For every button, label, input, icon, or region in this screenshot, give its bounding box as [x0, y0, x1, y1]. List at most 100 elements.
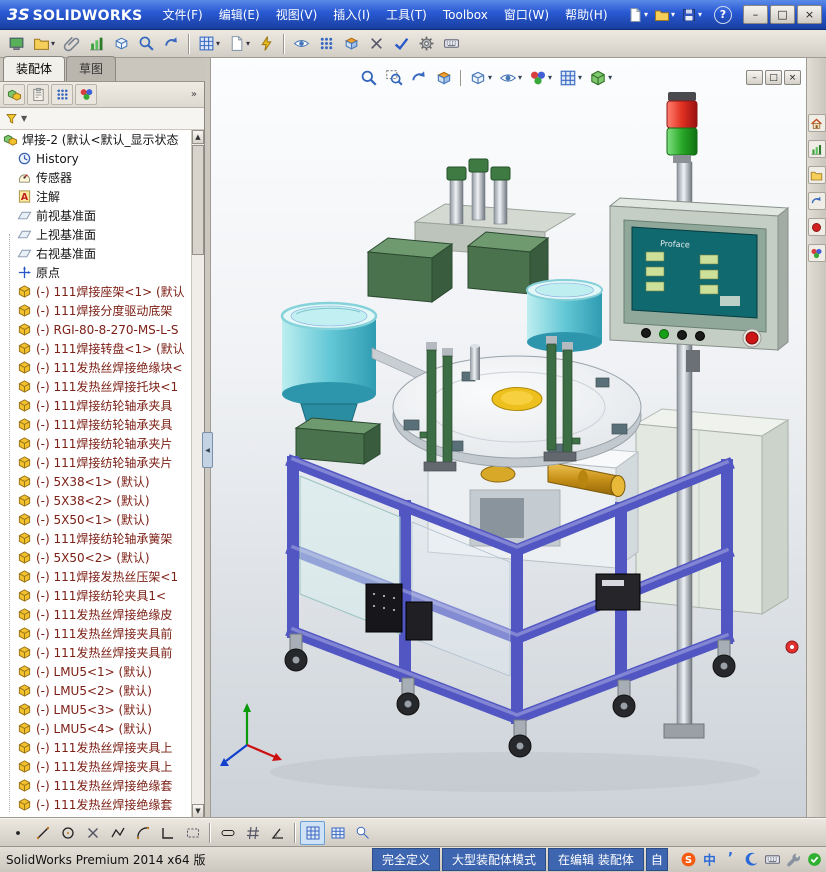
configurationmanager-tab[interactable]	[51, 84, 73, 105]
chinese-mode-icon[interactable]	[701, 851, 718, 868]
view-orientation-button[interactable]: ▾	[586, 66, 615, 89]
doc-minimize-button[interactable]: –	[746, 70, 763, 85]
graphics-viewport[interactable]: Proface ▾ ▾ ▾ ▾ ▾ – □ ×	[211, 58, 806, 818]
design-library-tab[interactable]	[807, 140, 826, 158]
tree-item[interactable]: 右视基准面	[0, 244, 191, 263]
sketch-line-tool[interactable]	[30, 821, 55, 845]
close-button[interactable]: ×	[797, 5, 822, 24]
tree-item[interactable]: (-) LMU5<2> (默认)	[0, 681, 191, 700]
tree-item[interactable]: (-) 5X50<2> (默认)	[0, 548, 191, 567]
tree-item[interactable]: (-) 111发热丝焊接托块<1	[0, 377, 191, 396]
tree-scrollbar[interactable]: ▲ ▼	[191, 130, 204, 818]
edit-appearance-button[interactable]: ▾	[526, 66, 555, 89]
open-recent-button[interactable]: ▾	[29, 32, 59, 56]
doc-close-button[interactable]: ×	[784, 70, 801, 85]
zoom-area-button[interactable]	[382, 66, 406, 89]
sketch-corner-rectangle-tool[interactable]	[155, 821, 180, 845]
tree-item[interactable]: 传感器	[0, 168, 191, 187]
verify-button[interactable]	[389, 32, 414, 56]
section-view-button[interactable]	[432, 66, 456, 89]
dropdown-caret[interactable]: ▾	[578, 73, 582, 82]
tree-item[interactable]: (-) 111焊接纺轮轴承夹片	[0, 434, 191, 453]
dropdown-caret[interactable]: ▾	[608, 73, 612, 82]
tree-item[interactable]: (-) 5X38<1> (默认)	[0, 472, 191, 491]
panel-button-black-1[interactable]	[641, 328, 651, 338]
evaluate-button[interactable]	[84, 32, 109, 56]
menu-help[interactable]: 帮助(H)	[557, 2, 615, 27]
table-tool[interactable]	[325, 821, 350, 845]
tree-item[interactable]: (-) 111发热丝焊接夹具上	[0, 757, 191, 776]
filter-dropdown-caret[interactable]: ▼	[21, 114, 27, 123]
tree-item[interactable]: (-) RGI-80-8-270-MS-L-S	[0, 320, 191, 339]
tree-item[interactable]: (-) 111焊接纺轮轴承簧架	[0, 529, 191, 548]
previous-view-button[interactable]	[407, 66, 431, 89]
tree-item[interactable]: (-) 111焊接座架<1> (默认	[0, 282, 191, 301]
apply-scene-button[interactable]: ▾	[556, 66, 585, 89]
menu-insert[interactable]: 插入(I)	[325, 2, 378, 27]
tree-item[interactable]: 注解	[0, 187, 191, 206]
sogou-input-icon[interactable]	[680, 851, 697, 868]
view-palette-tab[interactable]	[807, 192, 826, 210]
macro-button[interactable]	[439, 32, 464, 56]
tree-item[interactable]: (-) 111发热丝焊接夹具前	[0, 643, 191, 662]
panel-button-green[interactable]	[659, 329, 669, 339]
tree-item[interactable]: (-) 111焊接转盘<1> (默认	[0, 339, 191, 358]
resources-tab[interactable]	[807, 114, 826, 132]
restore-button[interactable]: □	[770, 5, 795, 24]
tree-item[interactable]: (-) 111焊接纺轮轴承夹片	[0, 453, 191, 472]
filter-funnel-icon[interactable]	[5, 112, 18, 125]
tree-item[interactable]: (-) 111焊接纺轮夹具1<	[0, 586, 191, 605]
doc-restore-button[interactable]: □	[765, 70, 782, 85]
sketch-circle-tool[interactable]	[55, 821, 80, 845]
sketch-rectangle-tool[interactable]	[180, 821, 205, 845]
save-button[interactable]: ▾	[678, 5, 705, 25]
panel-button-black-3[interactable]	[695, 331, 705, 341]
dropdown-caret[interactable]: ▾	[488, 73, 492, 82]
dropdown-caret[interactable]: ▾	[518, 73, 522, 82]
balloon-tool[interactable]	[350, 821, 375, 845]
find-references-button[interactable]	[134, 32, 159, 56]
menu-view[interactable]: 视图(V)	[268, 2, 326, 27]
dropdown-caret[interactable]: ▾	[246, 39, 250, 48]
tree-root-assembly[interactable]: 焊接-2 (默认<默认_显示状态	[0, 130, 191, 149]
vibratory-feeder-drive[interactable]	[366, 158, 577, 303]
component-preview-button[interactable]	[109, 32, 134, 56]
custom-properties-tab[interactable]	[807, 244, 826, 262]
punctuation-icon[interactable]	[722, 851, 739, 868]
grid-snap-toggle[interactable]	[300, 820, 325, 845]
dropdown-caret[interactable]: ▾	[548, 73, 552, 82]
new-part-button[interactable]: ▾	[224, 32, 254, 56]
tree-item[interactable]: (-) 111焊接分度驱动底架	[0, 301, 191, 320]
tab-assembly[interactable]: 装配体	[3, 56, 66, 81]
display-style-button[interactable]: ▾	[466, 66, 495, 89]
menu-tools[interactable]: 工具(T)	[378, 2, 435, 27]
pattern-button[interactable]	[314, 32, 339, 56]
sketch-slot-tool[interactable]	[215, 821, 240, 845]
fullwidth-mode-icon[interactable]	[743, 851, 760, 868]
interference-check-button[interactable]	[364, 32, 389, 56]
signal-tower[interactable]	[666, 92, 698, 163]
tree-item[interactable]: (-) LMU5<3> (默认)	[0, 700, 191, 719]
minimize-button[interactable]: –	[743, 5, 768, 24]
new-document-button[interactable]: ▾	[624, 5, 651, 25]
section-button[interactable]	[339, 32, 364, 56]
menu-file[interactable]: 文件(F)	[154, 2, 210, 27]
appearances-tab[interactable]	[807, 218, 826, 236]
tree-item[interactable]: (-) 111发热丝焊接绝缘套	[0, 776, 191, 795]
hmi-control-panel[interactable]: Proface	[608, 197, 790, 372]
tree-item[interactable]: (-) 5X38<2> (默认)	[0, 491, 191, 510]
view-settings-button[interactable]	[4, 32, 29, 56]
tree-item[interactable]: History	[0, 149, 191, 168]
emergency-stop-button[interactable]	[745, 331, 759, 345]
tree-item[interactable]: 原点	[0, 263, 191, 282]
insert-component-button[interactable]: ▾	[194, 32, 224, 56]
tree-item[interactable]: 前视基准面	[0, 206, 191, 225]
quick-snapshot-button[interactable]	[254, 32, 279, 56]
electrical-box-right[interactable]	[595, 573, 641, 611]
tree-item[interactable]: (-) 111发热丝焊接绝缘套	[0, 795, 191, 814]
dropdown-caret[interactable]: ▾	[51, 39, 55, 48]
propertymanager-tab[interactable]	[27, 84, 49, 105]
sketch-point-tool[interactable]	[5, 821, 30, 845]
tab-sketch[interactable]: 草图	[66, 56, 117, 81]
tree-item[interactable]: 上视基准面	[0, 225, 191, 244]
